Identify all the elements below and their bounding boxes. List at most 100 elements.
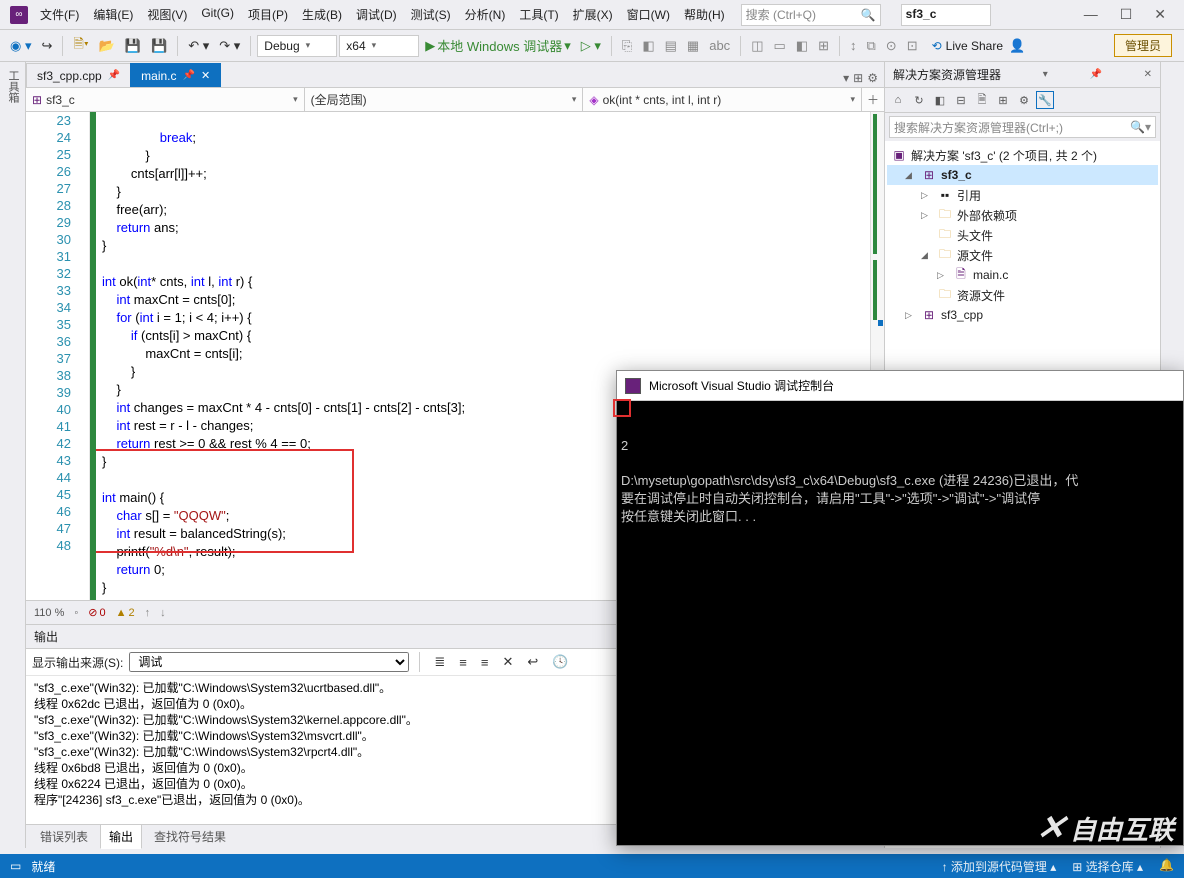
close-button[interactable]: ✕	[1150, 4, 1170, 25]
debug-console-window[interactable]: Microsoft Visual Studio 调试控制台 2 D:\myset…	[616, 370, 1184, 846]
tab-output[interactable]: 输出	[100, 824, 142, 849]
maximize-button[interactable]: ☐	[1116, 4, 1137, 25]
tab-find-symbols[interactable]: 查找符号结果	[146, 825, 234, 848]
resources-node[interactable]: 🗀资源文件	[887, 285, 1158, 305]
status-bell-icon[interactable]: 🔔	[1159, 858, 1174, 875]
nav-up-icon[interactable]: ↑	[145, 607, 151, 619]
feedback-button[interactable]: 👤	[1005, 36, 1029, 56]
output-tool-2[interactable]: ≡	[455, 653, 471, 672]
menu-window[interactable]: 窗口(W)	[621, 2, 676, 27]
nav-member-combo[interactable]: ◈ ok(int * cnts, int l, int r)	[583, 88, 862, 111]
nav-add-button[interactable]: ＋	[862, 88, 884, 111]
sol-tb-7[interactable]: ⚙	[1015, 91, 1033, 109]
toolbar-option-8[interactable]: ◧	[792, 36, 812, 56]
save-all-button[interactable]: 💾	[147, 36, 171, 56]
tab-settings-icon[interactable]: ⚙	[867, 71, 878, 85]
sol-tb-6[interactable]: ⊞	[994, 91, 1012, 109]
menu-view[interactable]: 视图(V)	[141, 2, 193, 27]
redo-button[interactable]: ↷ ▾	[215, 36, 244, 56]
menu-edit[interactable]: 编辑(E)	[87, 2, 139, 27]
tab-split-icon[interactable]: ⊞	[853, 71, 863, 85]
output-tool-1[interactable]: ≣	[430, 652, 449, 672]
zoom-level[interactable]: 110 %	[34, 607, 64, 619]
solution-root[interactable]: ▣解决方案 'sf3_c' (2 个项目, 共 2 个)	[887, 145, 1158, 165]
menu-analyze[interactable]: 分析(N)	[459, 2, 512, 27]
toolbar-option-3[interactable]: ▤	[661, 36, 681, 56]
toolbar-option-6[interactable]: ◫	[747, 36, 767, 56]
start-debug-button[interactable]: ▶ 本地 Windows 调试器 ▾	[421, 34, 575, 57]
refs-node[interactable]: ▷▪▪引用	[887, 185, 1158, 205]
open-button[interactable]: 📂	[95, 36, 119, 56]
toolbar-option-10[interactable]: ↕	[846, 36, 861, 55]
menu-project[interactable]: 项目(P)	[242, 2, 294, 27]
mainc-node[interactable]: ▷🗎main.c	[887, 265, 1158, 285]
sol-tb-3[interactable]: ◧	[931, 91, 949, 109]
toolbar-option-13[interactable]: ⊡	[903, 36, 922, 56]
toolbar-option-12[interactable]: ⊙	[882, 36, 901, 56]
pin-icon[interactable]: 📌	[183, 70, 195, 81]
toolbox-collapsed-tab[interactable]: 工具箱	[0, 62, 26, 848]
close-icon[interactable]: ✕	[1144, 69, 1152, 80]
toolbar-option-11[interactable]: ⧉	[862, 36, 879, 56]
console-title-bar[interactable]: Microsoft Visual Studio 调试控制台	[617, 371, 1183, 401]
sol-tb-home-icon[interactable]: ⌂	[889, 91, 907, 109]
output-wrap-button[interactable]: ↩	[523, 652, 542, 672]
sources-node[interactable]: ◢🗀源文件	[887, 245, 1158, 265]
output-timestamp-button[interactable]: 🕓	[548, 652, 572, 672]
tab-dropdown-icon[interactable]: ▾	[843, 71, 849, 85]
sol-tb-5[interactable]: 🗎	[973, 91, 991, 109]
menu-test[interactable]: 测试(S)	[405, 2, 457, 27]
new-item-button[interactable]: 🗎▾	[69, 33, 92, 59]
pin-icon[interactable]: 📌	[108, 70, 120, 81]
output-tool-3[interactable]: ≡	[477, 653, 493, 672]
pin-icon[interactable]: 📌	[1089, 69, 1101, 80]
toolbar-option-7[interactable]: ▭	[769, 36, 789, 56]
close-tab-icon[interactable]: ✕	[201, 69, 210, 82]
undo-button[interactable]: ↶ ▾	[184, 36, 213, 56]
platform-combo[interactable]: x64	[339, 35, 419, 57]
dropdown-icon[interactable]: ▾	[1043, 69, 1048, 80]
search-box[interactable]: 搜索 (Ctrl+Q) 🔍	[741, 4, 881, 26]
console-output[interactable]: 2 D:\mysetup\gopath\src\dsy\sf3_c\x64\De…	[617, 401, 1183, 845]
menu-debug[interactable]: 调试(D)	[350, 2, 403, 27]
menu-git[interactable]: Git(G)	[195, 2, 240, 27]
start-nodebug-button[interactable]: ▷ ▾	[577, 36, 605, 56]
warning-count[interactable]: ▲2	[116, 607, 135, 619]
nav-func-combo[interactable]: (全局范围)	[305, 88, 584, 111]
headers-node[interactable]: 🗀头文件	[887, 225, 1158, 245]
output-source-combo[interactable]: 调试	[129, 652, 409, 672]
nav-back-button[interactable]: ◉ ▾	[6, 36, 35, 56]
toolbar-option-4[interactable]: ▦	[683, 36, 703, 56]
error-count[interactable]: ⊘0	[88, 606, 105, 619]
nav-scope-combo[interactable]: ⊞ sf3_c	[26, 88, 305, 111]
status-select-repo[interactable]: ⊞ 选择仓库 ▴	[1072, 858, 1143, 875]
project-sf3c[interactable]: ◢⊞sf3_c	[887, 165, 1158, 185]
file-tab-active[interactable]: main.c 📌 ✕	[130, 63, 221, 87]
toolbar-option-9[interactable]: ⊞	[814, 36, 833, 56]
menu-extensions[interactable]: 扩展(X)	[567, 2, 619, 27]
toolbar-option-2[interactable]: ◧	[638, 36, 658, 56]
toolbar-option-5[interactable]: abc	[705, 36, 734, 55]
menu-build[interactable]: 生成(B)	[296, 2, 348, 27]
nav-down-icon[interactable]: ↓	[160, 607, 166, 619]
startup-project-combo[interactable]: sf3_c	[901, 4, 991, 26]
menu-file[interactable]: 文件(F)	[34, 2, 85, 27]
solution-search[interactable]: 搜索解决方案资源管理器(Ctrl+;) 🔍▾	[889, 116, 1156, 138]
project-sf3cpp[interactable]: ▷⊞sf3_cpp	[887, 305, 1158, 325]
liveshare-button[interactable]: ⟲ Live Share	[932, 39, 1003, 53]
sol-tb-4[interactable]: ⊟	[952, 91, 970, 109]
status-add-src[interactable]: ↑ 添加到源代码管理 ▴	[942, 858, 1057, 875]
save-button[interactable]: 💾	[121, 36, 145, 56]
toolbar-option-1[interactable]: ⎘	[618, 36, 636, 56]
file-tab-inactive[interactable]: sf3_cpp.cpp 📌	[26, 63, 131, 87]
sol-tb-2[interactable]: ↻	[910, 91, 928, 109]
tab-error-list[interactable]: 错误列表	[32, 825, 96, 848]
issues-icon[interactable]: ◦	[74, 607, 78, 619]
nav-fwd-button[interactable]: ↪	[37, 36, 56, 56]
external-deps-node[interactable]: ▷🗀外部依赖项	[887, 205, 1158, 225]
menu-help[interactable]: 帮助(H)	[678, 2, 731, 27]
minimize-button[interactable]: —	[1080, 4, 1102, 25]
output-clear-button[interactable]: ✕	[498, 652, 517, 672]
menu-tools[interactable]: 工具(T)	[513, 2, 564, 27]
config-combo[interactable]: Debug	[257, 35, 337, 57]
